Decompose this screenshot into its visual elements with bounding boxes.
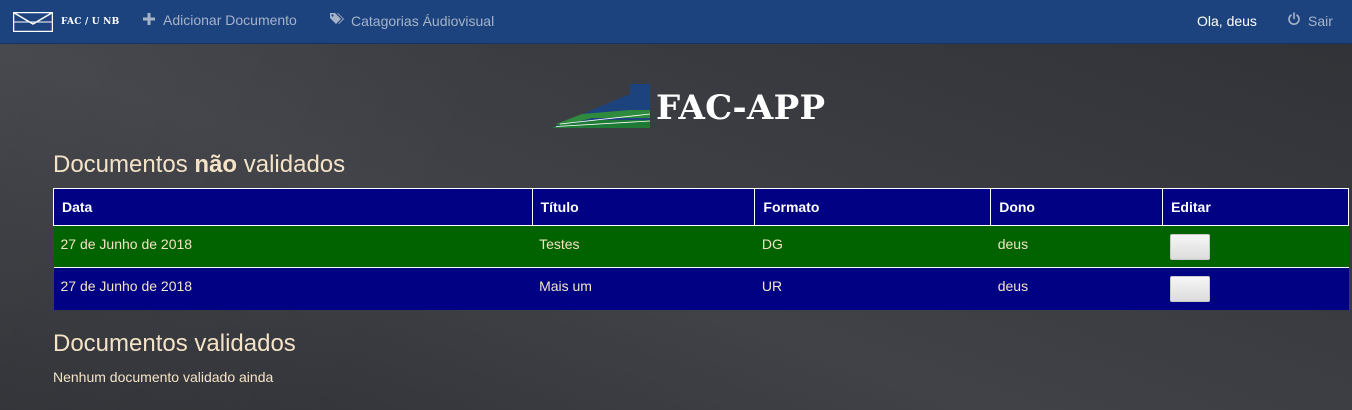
navbar: FAC / U NB Adicionar Documento Catagoria… — [0, 0, 1352, 44]
logout-label: Sair — [1308, 12, 1333, 29]
brand[interactable]: FAC / U NB — [13, 12, 119, 32]
add-document-link[interactable]: Adicionar Documento — [143, 12, 297, 28]
categories-link[interactable]: Catagorias Áudiovisual — [329, 12, 494, 29]
user-greeting: Ola, deus — [1197, 13, 1257, 29]
cell-date: 27 de Junho de 2018 — [53, 225, 533, 268]
unb-logo-icon — [13, 12, 53, 32]
tags-icon — [329, 12, 345, 29]
add-document-label: Adicionar Documento — [163, 12, 297, 28]
power-icon — [1287, 12, 1301, 29]
cell-title: Mais um — [532, 267, 755, 310]
column-header-title: Título — [531, 188, 756, 226]
heading-prefix: Documentos — [53, 151, 195, 178]
column-header-date: Data — [53, 188, 533, 226]
empty-validated-message: Nenhum documento validado ainda — [53, 369, 274, 385]
heading-bold: não — [194, 151, 238, 178]
cell-format: DG — [754, 225, 991, 268]
cell-owner: deus — [990, 267, 1163, 310]
logout-link[interactable]: Sair — [1287, 12, 1333, 29]
cell-owner: deus — [990, 225, 1163, 268]
validated-documents-heading: Documentos validados — [53, 330, 296, 357]
column-header-edit: Editar — [1162, 188, 1349, 226]
heading-suffix: validados — [237, 151, 346, 178]
column-header-owner: Dono — [990, 188, 1164, 226]
app-title: FAC-APP — [656, 88, 826, 128]
table-header-row: Data Título Formato Dono Editar — [53, 188, 1349, 226]
unvalidated-documents-heading: Documentos não validados — [53, 151, 345, 179]
edit-button[interactable]: Editar — [1169, 276, 1210, 302]
plus-icon — [143, 12, 155, 28]
cell-edit: Editar — [1162, 225, 1349, 268]
table-row: 27 de Junho de 2018 Testes DG deus Edita… — [53, 225, 1349, 268]
app-logo: FAC-APP — [552, 84, 825, 128]
cell-edit: Editar — [1162, 267, 1349, 310]
categories-label: Catagorias Áudiovisual — [351, 12, 495, 29]
fac-logo-icon — [552, 84, 650, 128]
cell-date: 27 de Junho de 2018 — [53, 267, 533, 310]
table-row: 27 de Junho de 2018 Mais um UR deus Edit… — [53, 267, 1349, 310]
column-header-format: Formato — [754, 188, 992, 226]
edit-button[interactable]: Editar — [1169, 234, 1210, 260]
cell-format: UR — [754, 267, 991, 310]
brand-text: FAC / U NB — [61, 17, 120, 27]
cell-title: Testes — [532, 225, 755, 268]
unvalidated-documents-table: Data Título Formato Dono Editar 27 de Ju… — [53, 188, 1349, 310]
